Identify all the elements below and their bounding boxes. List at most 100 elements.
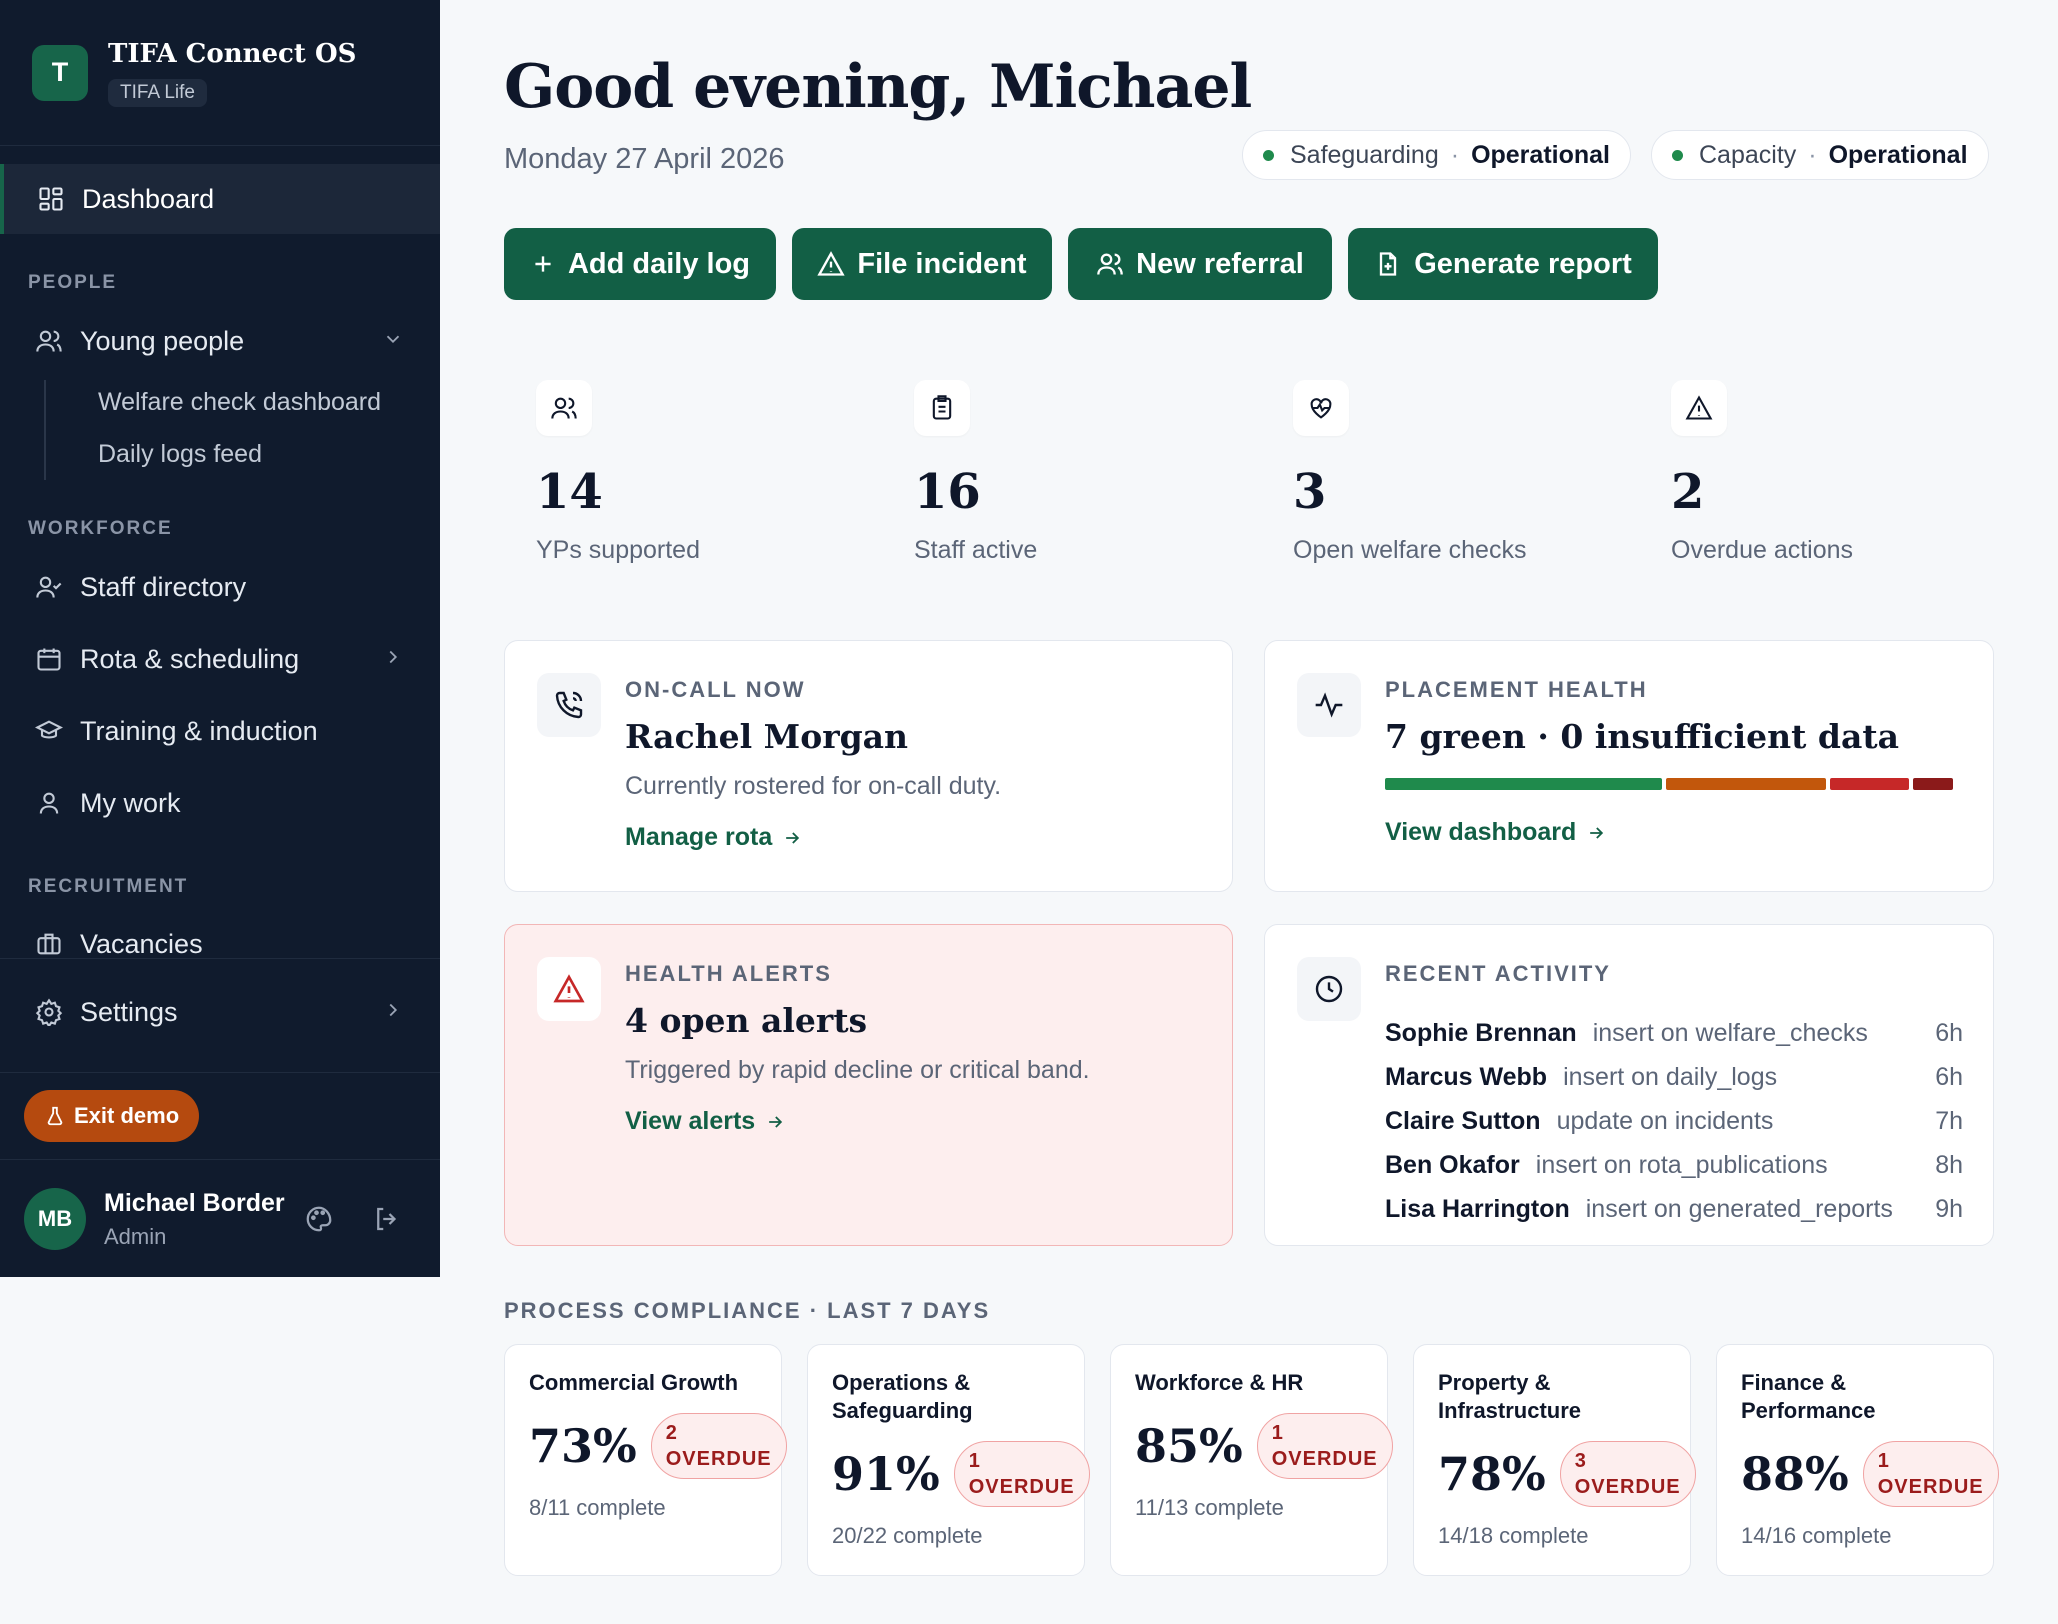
sidebar-item-rota[interactable]: Rota & scheduling bbox=[0, 624, 440, 694]
briefcase-icon bbox=[32, 927, 66, 961]
generate-report-button[interactable]: Generate report bbox=[1348, 228, 1658, 300]
card-eyebrow: PLACEMENT HEALTH bbox=[1385, 677, 1648, 702]
activity-row[interactable]: Ben Okafor insert on rota_publications 8… bbox=[1385, 1151, 1963, 1180]
sidebar-item-vacancies[interactable]: Vacancies bbox=[0, 909, 440, 979]
user-check-icon bbox=[32, 570, 66, 604]
health-alerts-card: HEALTH ALERTS 4 open alerts Triggered by… bbox=[504, 924, 1233, 1246]
new-referral-button[interactable]: New referral bbox=[1068, 228, 1332, 300]
overdue-count: 1 bbox=[968, 1450, 981, 1472]
activity-time: 6h bbox=[1935, 1019, 1963, 1047]
activity-action: insert on generated_reports bbox=[1585, 1195, 1893, 1223]
activity-user: Claire Sutton bbox=[1385, 1107, 1541, 1135]
users-icon bbox=[536, 380, 592, 436]
activity-row[interactable]: Marcus Webb insert on daily_logs 6h bbox=[1385, 1063, 1963, 1092]
stat-label: Staff active bbox=[914, 536, 1038, 564]
stat-staff-active: 16 Staff active bbox=[914, 380, 1037, 565]
sidebar-item-dashboard[interactable]: Dashboard bbox=[0, 164, 440, 234]
sidebar-item-staff-directory[interactable]: Staff directory bbox=[0, 552, 440, 622]
activity-row[interactable]: Lisa Harrington insert on generated_repo… bbox=[1385, 1195, 1963, 1224]
activity-row[interactable]: Sophie Brennan insert on welfare_checks … bbox=[1385, 1019, 1963, 1048]
compliance-card[interactable]: Property & Infrastructure 78% 3 OVERDUE 1… bbox=[1413, 1344, 1696, 1576]
file-incident-button[interactable]: File incident bbox=[792, 228, 1052, 300]
link-label: View dashboard bbox=[1385, 818, 1577, 846]
health-bar-segment bbox=[1385, 778, 1662, 790]
palette-icon[interactable] bbox=[304, 1204, 334, 1234]
calendar-icon bbox=[32, 642, 66, 676]
on-call-card: ON-CALL NOW Rachel Morgan Currently rost… bbox=[504, 640, 1233, 892]
logout-icon[interactable] bbox=[372, 1204, 402, 1234]
overdue-label: OVERDUE bbox=[1877, 1476, 1984, 1498]
manage-rota-link[interactable]: Manage rota bbox=[625, 823, 802, 852]
link-label: View alerts bbox=[625, 1107, 756, 1135]
sidebar-item-young-people[interactable]: Young people bbox=[0, 306, 440, 376]
stat-value: 3 bbox=[1293, 464, 1327, 520]
activity-user: Marcus Webb bbox=[1385, 1063, 1548, 1091]
overdue-count: 2 bbox=[665, 1422, 678, 1444]
sidebar-item-welfare-dashboard[interactable]: Welfare check dashboard bbox=[98, 388, 381, 417]
compliance-card[interactable]: Workforce & HR 85% 1 OVERDUE 11/13 comple… bbox=[1110, 1344, 1393, 1576]
sidebar-item-label: Dashboard bbox=[82, 183, 215, 214]
compliance-card[interactable]: Commercial Growth 73% 2 OVERDUE 8/11 comp… bbox=[504, 1344, 787, 1576]
health-bar-segment bbox=[1913, 778, 1953, 790]
status-dot bbox=[1263, 149, 1274, 161]
compliance-progress: 20/22 complete bbox=[832, 1523, 983, 1548]
activity-time: 7h bbox=[1935, 1107, 1963, 1135]
divider bbox=[0, 1072, 440, 1073]
arrow-right-icon bbox=[1590, 826, 1604, 839]
add-daily-log-button[interactable]: Add daily log bbox=[504, 228, 776, 300]
file-plus-icon bbox=[1380, 252, 1397, 276]
placement-summary: 7 green · 0 insufficient data bbox=[1385, 717, 1899, 756]
page-title: Good evening, Michael bbox=[504, 52, 1252, 122]
section-workforce: WORKFORCE bbox=[28, 518, 173, 539]
sidebar-item-label: Settings bbox=[80, 996, 178, 1027]
status-label: Capacity bbox=[1699, 140, 1797, 169]
avatar: MB bbox=[24, 1188, 86, 1250]
status-value: Operational bbox=[1471, 140, 1610, 169]
compliance-card[interactable]: Operations & Safeguarding 91% 1 OVERDUE 2… bbox=[807, 1344, 1090, 1576]
button-label: File incident bbox=[857, 247, 1027, 280]
overdue-count: 1 bbox=[1271, 1422, 1284, 1444]
view-alerts-link[interactable]: View alerts bbox=[625, 1107, 785, 1136]
sidebar-item-daily-logs-feed[interactable]: Daily logs feed bbox=[98, 440, 262, 469]
activity-action: insert on welfare_checks bbox=[1592, 1019, 1868, 1047]
sidebar-item-label: Staff directory bbox=[80, 571, 247, 602]
compliance-title: Workforce & HR bbox=[1135, 1370, 1304, 1395]
clipboard-icon bbox=[914, 380, 970, 436]
on-call-name: Rachel Morgan bbox=[625, 717, 909, 756]
users-icon bbox=[32, 324, 66, 358]
arrow-right-icon bbox=[786, 831, 800, 844]
compliance-title: Operations & Safeguarding bbox=[832, 1370, 973, 1423]
activity-row[interactable]: Claire Sutton update on incidents 7h bbox=[1385, 1107, 1963, 1136]
sidebar-item-label: Rota & scheduling bbox=[80, 643, 300, 674]
exit-demo-button[interactable]: Exit demo bbox=[24, 1090, 200, 1142]
compliance-section-label: PROCESS COMPLIANCE · LAST 7 DAYS bbox=[504, 1298, 991, 1323]
overdue-count: 1 bbox=[1877, 1450, 1890, 1472]
activity-action: update on incidents bbox=[1556, 1107, 1774, 1135]
health-bar-segment bbox=[1830, 778, 1910, 790]
compliance-progress: 14/16 complete bbox=[1741, 1523, 1892, 1548]
stat-label: Open welfare checks bbox=[1293, 536, 1527, 564]
dashboard-icon bbox=[34, 182, 68, 216]
status-dot bbox=[1672, 149, 1683, 161]
activity-time: 8h bbox=[1935, 1151, 1963, 1179]
card-description: Currently rostered for on-call duty. bbox=[625, 772, 1002, 800]
app-logo: T bbox=[32, 44, 88, 101]
activity-user: Sophie Brennan bbox=[1385, 1019, 1577, 1047]
users-icon bbox=[1097, 253, 1124, 275]
activity-time: 6h bbox=[1935, 1063, 1963, 1091]
stat-label: YPs supported bbox=[536, 536, 700, 564]
sidebar-item-label: My work bbox=[80, 787, 181, 818]
sidebar-item-training[interactable]: Training & induction bbox=[0, 696, 440, 766]
overdue-badge: 1 OVERDUE bbox=[953, 1441, 1090, 1507]
date-label: Monday 27 April 2026 bbox=[504, 143, 785, 175]
button-label: Add daily log bbox=[567, 247, 751, 280]
status-safeguarding: Safeguarding · Operational bbox=[1242, 130, 1631, 180]
compliance-card[interactable]: Finance & Performance 88% 1 OVERDUE 14/16… bbox=[1716, 1344, 1999, 1576]
sidebar-item-label: Vacancies bbox=[80, 928, 203, 959]
sidebar-item-settings[interactable]: Settings bbox=[0, 977, 440, 1047]
divider bbox=[0, 1159, 440, 1160]
activity-user: Lisa Harrington bbox=[1385, 1195, 1570, 1223]
sidebar-item-my-work[interactable]: My work bbox=[0, 768, 440, 838]
view-dashboard-link[interactable]: View dashboard bbox=[1385, 818, 1606, 847]
user-profile[interactable]: MB Michael Border Admin bbox=[24, 1188, 285, 1250]
